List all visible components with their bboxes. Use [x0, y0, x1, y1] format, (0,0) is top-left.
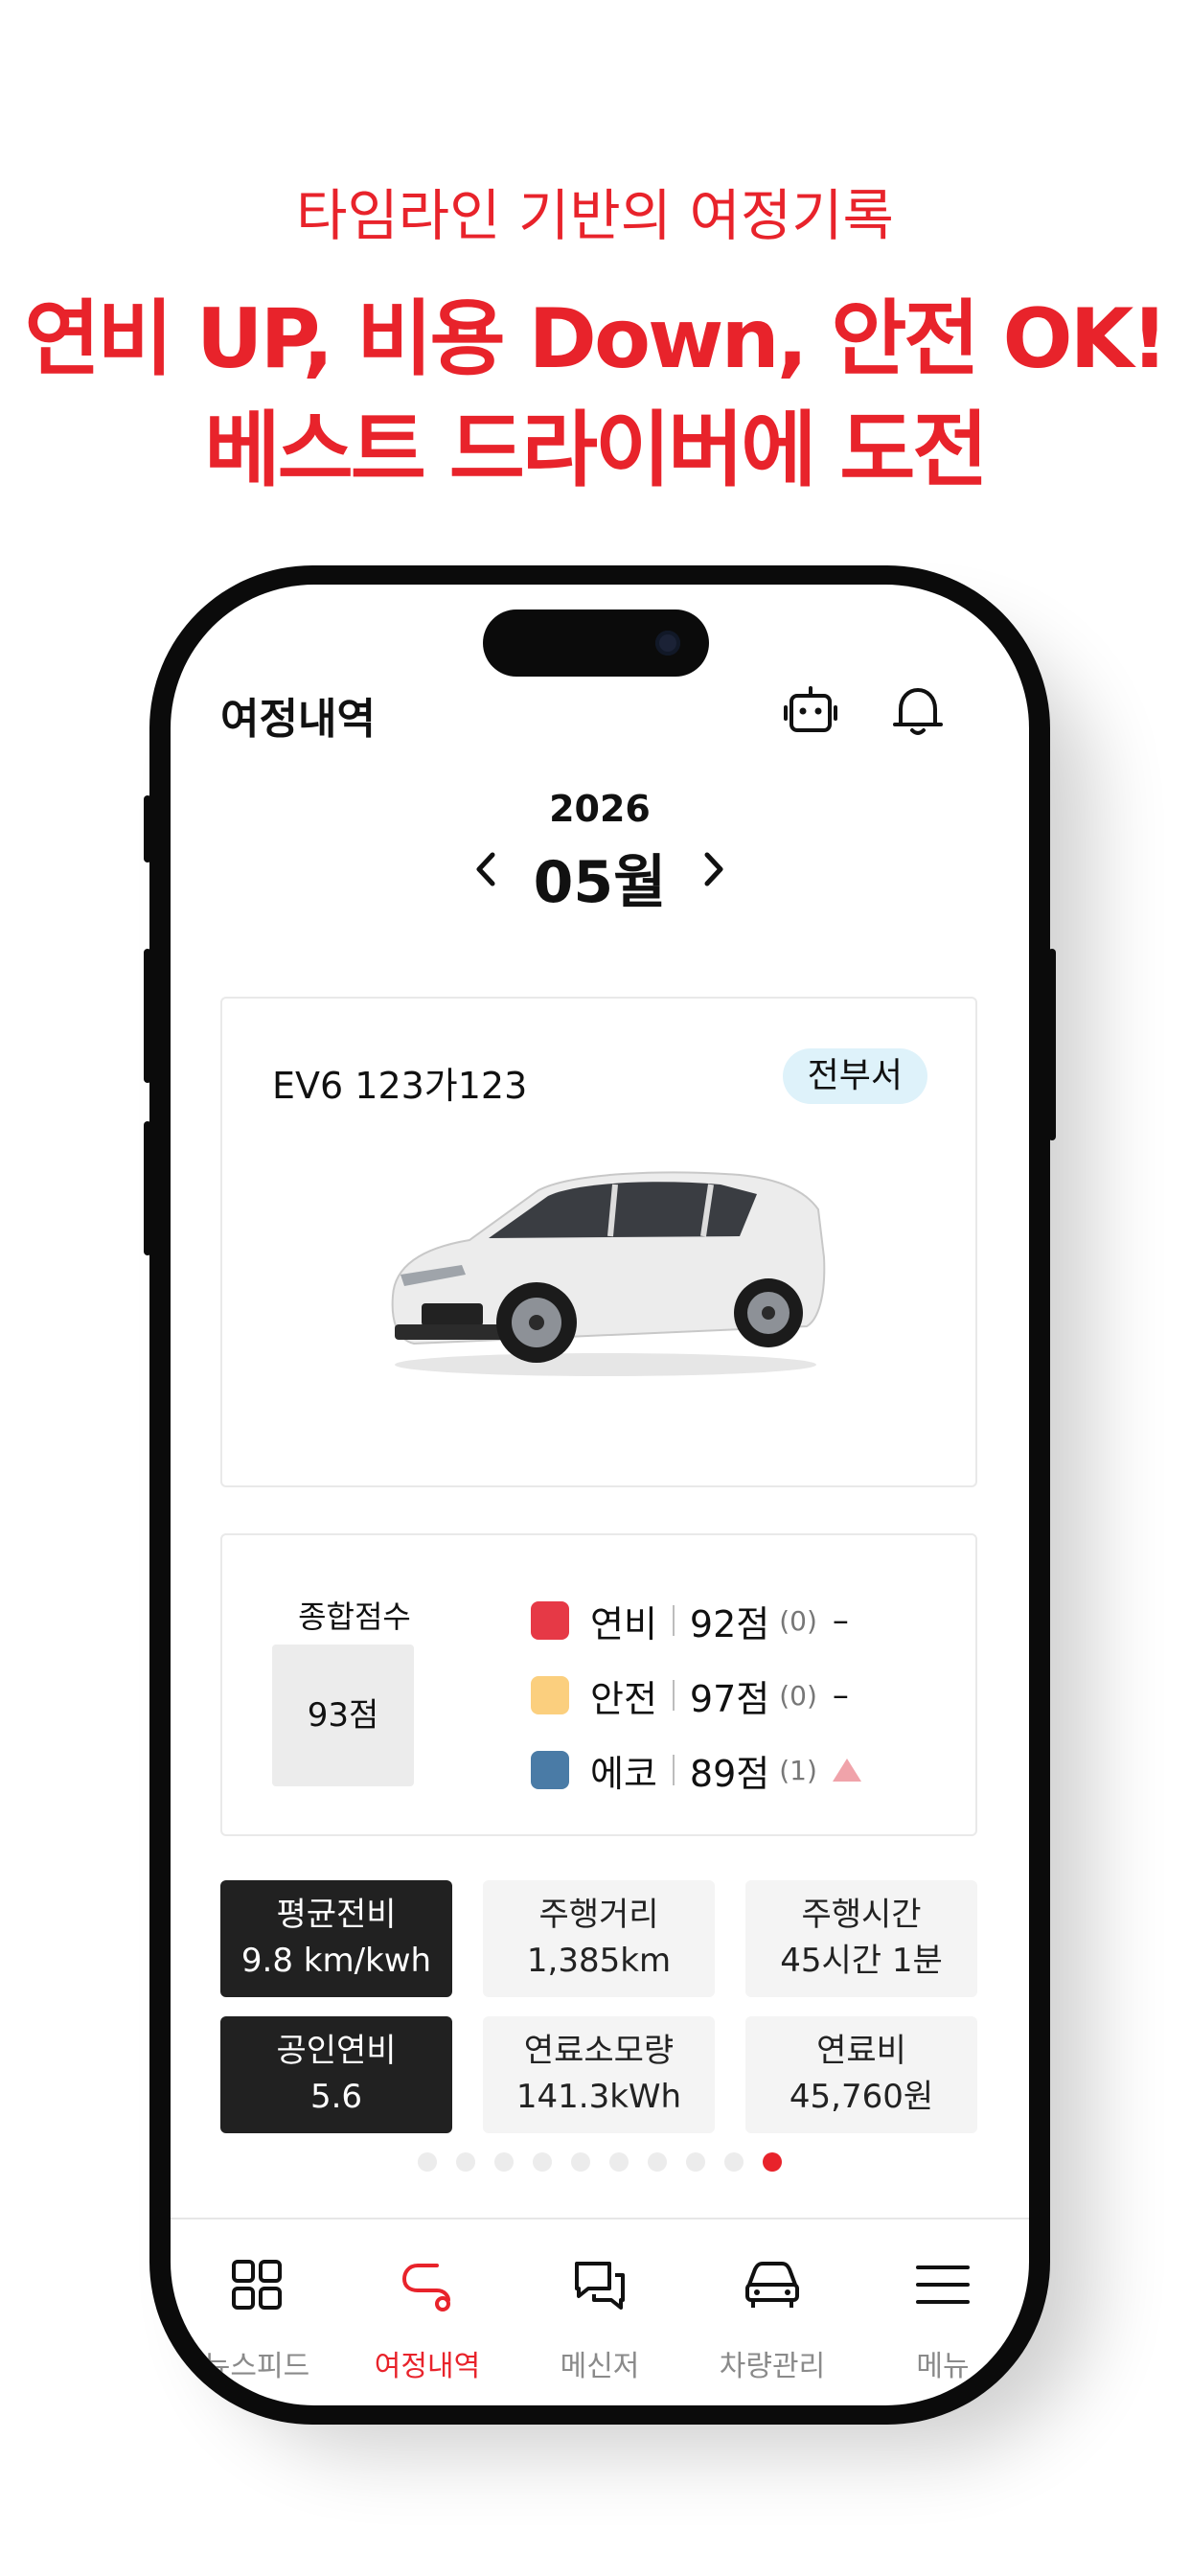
stat-value: 9.8 km/kwh	[240, 1942, 432, 1980]
robot-icon[interactable]	[780, 680, 841, 742]
page-title: 여정내역	[220, 695, 376, 744]
divider	[672, 1755, 675, 1785]
metric-score: 97점	[689, 1677, 770, 1720]
trend-flat-icon: –	[832, 1601, 849, 1640]
vehicle-card[interactable]: EV6 123가123 전부서	[220, 997, 977, 1487]
bottom-tab-bar: 뉴스피드 여정내역 메신저 차량관리 메뉴	[171, 2218, 1029, 2405]
stat-label: 연료소모량	[523, 2032, 675, 2070]
metric-safety: 안전 97점 (0) –	[531, 1671, 849, 1720]
grid-icon	[232, 2260, 282, 2310]
metric-count: (0)	[779, 1679, 817, 1712]
stat-value: 5.6	[309, 2078, 363, 2116]
stat-value: 1,385km	[526, 1942, 672, 1980]
stat-label: 주행시간	[801, 1896, 922, 1934]
tab-label: 뉴스피드	[203, 2350, 310, 2383]
tab-label: 메신저	[560, 2350, 640, 2383]
vehicle-name: EV6 123가123	[272, 1065, 528, 1107]
car-image	[391, 1171, 826, 1376]
page-indicator[interactable]	[171, 2152, 1029, 2172]
stat-official-efficiency[interactable]: 공인연비 5.6	[220, 2016, 452, 2133]
chat-icon	[575, 2262, 625, 2310]
stat-label: 주행거리	[538, 1896, 659, 1934]
promo-subtitle: 타임라인 기반의 여정기록	[296, 183, 894, 248]
safety-color-swatch	[531, 1676, 569, 1714]
trend-up-icon	[832, 1759, 861, 1782]
stat-value: 45,760원	[789, 2078, 934, 2116]
phone-screen: 여정내역 2026 05월 EV6 123가123 전부서 종합점수 93점 연…	[171, 585, 1029, 2405]
tab-menu[interactable]: 메뉴	[857, 2220, 1029, 2405]
year-label: 2026	[549, 788, 651, 830]
bell-icon[interactable]	[887, 680, 949, 742]
menu-icon	[916, 2266, 970, 2304]
tab-vehicle[interactable]: 차량관리	[686, 2220, 858, 2405]
metric-label: 에코	[590, 1752, 657, 1795]
page-dot[interactable]	[763, 2152, 782, 2172]
stat-avg-efficiency[interactable]: 평균전비 9.8 km/kwh	[220, 1880, 452, 1997]
page-dot[interactable]	[686, 2152, 705, 2172]
stat-energy-used[interactable]: 연료소모량 141.3kWh	[483, 2016, 715, 2133]
total-score-label: 종합점수	[298, 1598, 411, 1635]
page-dot[interactable]	[571, 2152, 590, 2172]
stat-value: 45시간 1분	[780, 1942, 943, 1980]
stat-label: 평균전비	[276, 1896, 397, 1934]
stat-label: 공인연비	[276, 2032, 397, 2070]
dynamic-island	[483, 610, 709, 677]
score-card: 종합점수 93점 연비 92점 (0) – 안전 97점 (0) – 에코 89…	[220, 1533, 977, 1836]
tab-messenger[interactable]: 메신저	[514, 2220, 686, 2405]
tab-journey[interactable]: 여정내역	[341, 2220, 514, 2405]
stat-distance[interactable]: 주행거리 1,385km	[483, 1880, 715, 1997]
metric-eco: 에코 89점 (1)	[531, 1746, 861, 1795]
fuel-color-swatch	[531, 1601, 569, 1640]
tab-label: 메뉴	[916, 2350, 970, 2383]
stat-label: 연료비	[816, 2032, 906, 2070]
metric-label: 안전	[590, 1677, 657, 1720]
page-dot[interactable]	[494, 2152, 514, 2172]
divider	[672, 1680, 675, 1711]
promo-headline-line2: 베스트 드라이버에 도전	[204, 402, 988, 498]
car-icon	[745, 2262, 799, 2308]
metric-count: (0)	[779, 1604, 817, 1637]
month-label: 05월	[533, 849, 667, 916]
metric-label: 연비	[590, 1602, 657, 1645]
stat-fuel-cost[interactable]: 연료비 45,760원	[745, 2016, 977, 2133]
camera-icon	[655, 631, 680, 656]
tab-label: 여정내역	[374, 2350, 481, 2383]
eco-color-swatch	[531, 1751, 569, 1789]
promo-headline-line1: 연비 UP, 비용 Down, 안전 OK!	[24, 291, 1169, 387]
page-dot[interactable]	[456, 2152, 475, 2172]
stat-drive-time[interactable]: 주행시간 45시간 1분	[745, 1880, 977, 1997]
metric-fuel: 연비 92점 (0) –	[531, 1597, 849, 1645]
divider	[672, 1605, 675, 1636]
page-dot[interactable]	[648, 2152, 667, 2172]
trend-flat-icon: –	[832, 1676, 849, 1714]
department-badge: 전부서	[782, 1048, 927, 1104]
promo-headline: 연비 UP, 비용 Down, 안전 OK! 베스트 드라이버에 도전	[0, 284, 1190, 506]
next-month-icon[interactable]	[684, 836, 742, 903]
page-dot[interactable]	[609, 2152, 629, 2172]
tab-newsfeed[interactable]: 뉴스피드	[171, 2220, 343, 2405]
metric-count: (1)	[779, 1754, 817, 1786]
route-icon	[401, 2264, 450, 2312]
page-dot[interactable]	[724, 2152, 744, 2172]
metric-score: 92점	[689, 1602, 770, 1645]
tab-label: 차량관리	[719, 2350, 826, 2383]
page-dot[interactable]	[418, 2152, 437, 2172]
total-score-value: 93점	[272, 1644, 414, 1786]
stat-value: 141.3kWh	[515, 2078, 682, 2116]
page-dot[interactable]	[533, 2152, 552, 2172]
metric-score: 89점	[689, 1752, 770, 1795]
